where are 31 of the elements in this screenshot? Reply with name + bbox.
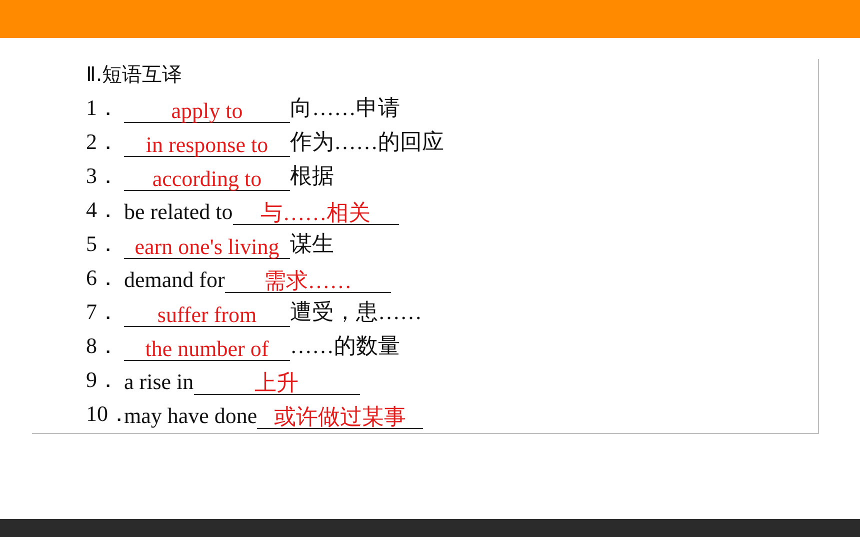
phrase-text: ……的数量	[290, 332, 400, 360]
section-heading: Ⅱ.短语互译	[86, 61, 184, 88]
phrase-text: 作为……的回应	[290, 128, 444, 156]
answer-line: 与……相关	[232, 200, 399, 225]
answer-line: apply to	[124, 98, 290, 123]
answer-line: in response to	[124, 132, 290, 157]
item-number: 7．	[86, 298, 120, 326]
item-number: 1．	[86, 94, 120, 122]
phrase-text: may have done	[124, 403, 258, 429]
phrase-text: 根据	[290, 162, 334, 190]
item-number: 2．	[86, 128, 120, 156]
phrase-text: 谋生	[290, 230, 334, 258]
answer-line: earn one's living	[124, 234, 290, 259]
answer-line: 或许做过某事	[257, 404, 424, 429]
item-number: 3．	[86, 162, 120, 190]
answer-line: 上升	[194, 370, 360, 395]
phrase-text: demand for	[124, 267, 225, 293]
item-number: 5．	[86, 230, 120, 258]
phrase-text: a rise in	[124, 369, 194, 395]
answer-line: according to	[124, 166, 290, 191]
answer-line: the number of	[124, 336, 290, 361]
phrase-text: 遭受，患……	[290, 298, 422, 326]
phrase-text: be related to	[124, 199, 233, 225]
answer-line: suffer from	[124, 302, 290, 327]
item-number: 6．	[86, 264, 120, 292]
item-number: 9．	[86, 366, 120, 394]
item-number: 4．	[86, 196, 120, 224]
item-number: 8．	[86, 332, 120, 360]
answer-line: 需求……	[224, 268, 391, 293]
item-number: 10．	[86, 400, 124, 426]
phrase-text: 向……申请	[290, 94, 400, 122]
